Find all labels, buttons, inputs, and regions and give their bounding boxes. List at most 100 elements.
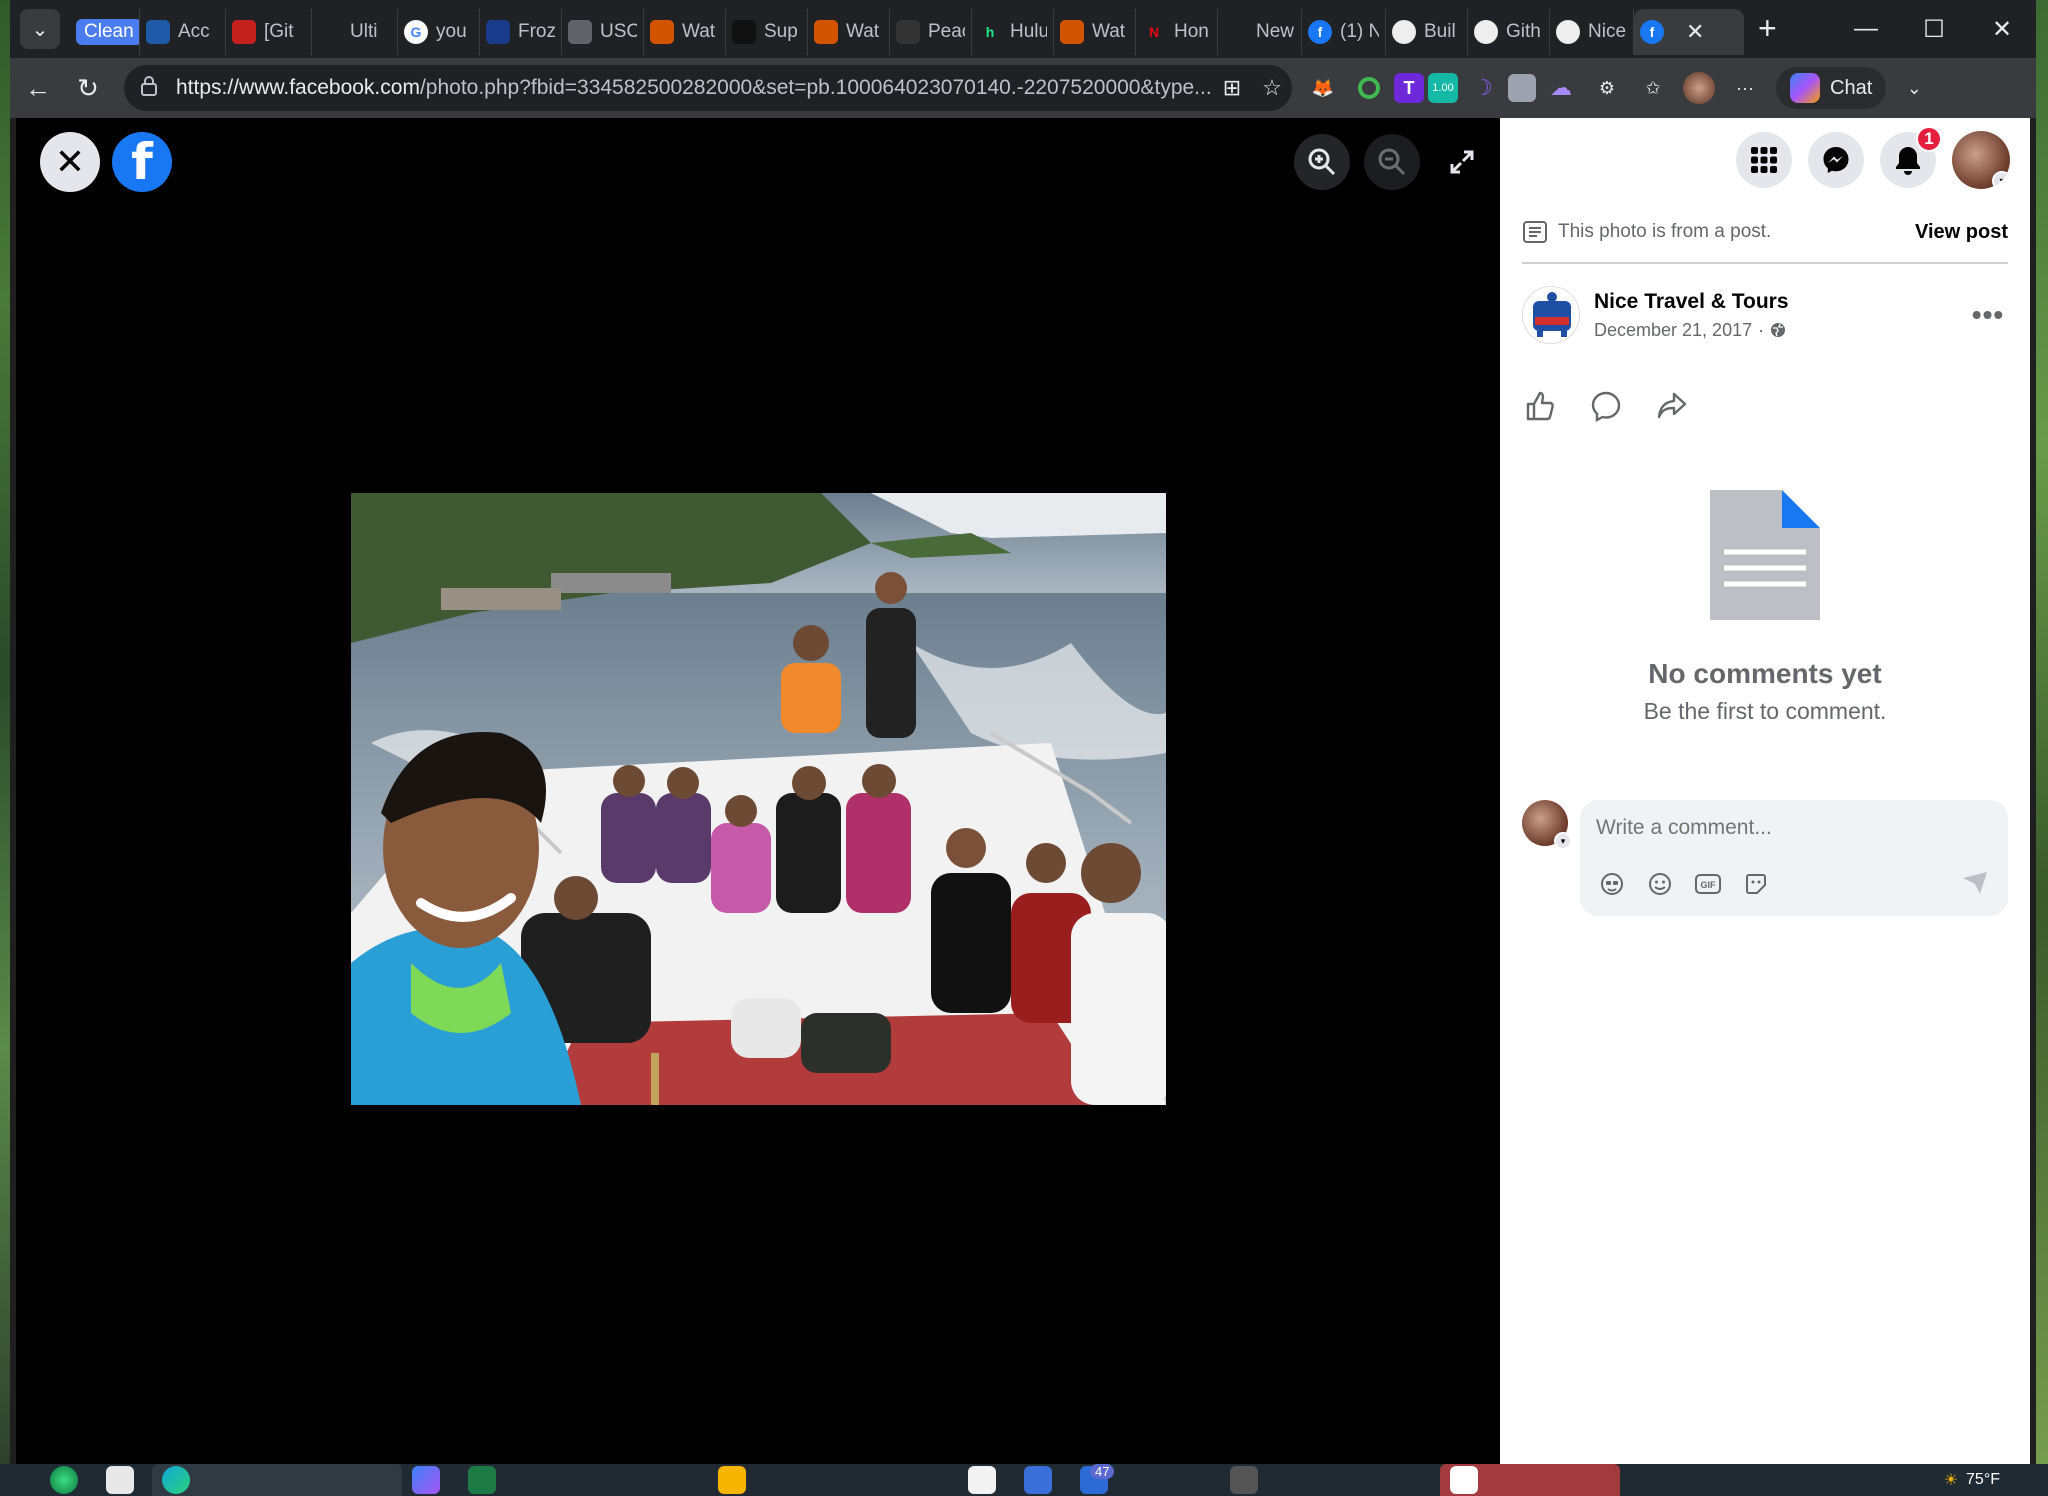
t-extension-icon[interactable]: T xyxy=(1394,73,1424,103)
browser-tab[interactable]: Wat xyxy=(808,9,890,55)
browser-tab[interactable]: f (1) N xyxy=(1302,9,1386,55)
lock-icon xyxy=(140,75,162,101)
browser-tab[interactable]: USC xyxy=(562,9,644,55)
post-date[interactable]: December 21, 2017 xyxy=(1594,320,1752,341)
browser-tab[interactable]: Ulti xyxy=(312,9,398,55)
account-avatar[interactable]: ▾ xyxy=(1952,131,2010,189)
minimize-button[interactable]: — xyxy=(1832,0,1900,58)
like-button[interactable] xyxy=(1522,388,1558,424)
browser-tab[interactable]: Wat xyxy=(1054,9,1136,55)
page-avatar[interactable] xyxy=(1522,286,1580,344)
browser-tab[interactable]: N Hon xyxy=(1136,9,1218,55)
taskbar-mail-app[interactable]: 47 xyxy=(1070,1464,1220,1496)
facebook-logo[interactable]: f xyxy=(112,132,172,192)
browser-tab[interactable]: Acc xyxy=(140,9,226,55)
taskbar-copilot-icon[interactable] xyxy=(402,1464,458,1496)
browser-tab[interactable]: Froz xyxy=(480,9,562,55)
sticker-button[interactable] xyxy=(1740,868,1772,900)
address-bar[interactable]: https://www.facebook.com/photo.php?fbid=… xyxy=(124,65,1292,111)
taskbar-weather[interactable]: ☀ 75°F xyxy=(1944,1464,2000,1496)
notifications-button[interactable]: 1 xyxy=(1880,126,1942,188)
zoom-out-button[interactable] xyxy=(1364,134,1420,190)
sticker-icon xyxy=(1746,874,1766,894)
github-icon xyxy=(1474,20,1498,44)
comment-button[interactable] xyxy=(1588,388,1624,424)
expand-icon xyxy=(1450,150,1474,174)
post-options-button[interactable]: ••• xyxy=(1968,295,2008,335)
sidebar-chevron-icon[interactable]: ⌄ xyxy=(1892,66,1936,110)
document-icon xyxy=(1710,490,1820,620)
extensions-bar: 🦊 T 1.00 ☽ ☁ ⚙ ✩ ··· xyxy=(1300,67,1768,109)
green-circle-extension-icon[interactable] xyxy=(1348,67,1390,109)
zoom-in-button[interactable] xyxy=(1294,134,1350,190)
browser-tab[interactable]: New xyxy=(1218,9,1302,55)
fullscreen-button[interactable] xyxy=(1434,134,1490,190)
browser-tab[interactable]: Gith xyxy=(1468,9,1550,55)
copilot-chat-button[interactable]: Chat xyxy=(1776,67,1887,109)
browser-tab[interactable]: f ✕ xyxy=(1634,9,1744,55)
browser-tab[interactable]: h Hulu xyxy=(972,9,1054,55)
back-button[interactable]: ← xyxy=(16,66,60,110)
extensions-puzzle-icon[interactable]: ⚙ xyxy=(1586,67,1628,109)
tab-title: New xyxy=(1256,21,1295,42)
browser-tab[interactable]: Sup xyxy=(726,9,808,55)
avatar-sticker-button[interactable] xyxy=(1596,868,1628,900)
close-tab-icon[interactable]: ✕ xyxy=(1686,19,1704,45)
taskbar: 47 ☀ 75°F xyxy=(0,1464,2048,1496)
reload-button[interactable]: ↻ xyxy=(66,66,110,110)
send-icon[interactable] xyxy=(1960,868,1990,898)
page-name-link[interactable]: Nice Travel & Tours xyxy=(1594,290,1968,314)
taskbar-file-icon[interactable] xyxy=(96,1464,152,1496)
profile-avatar-icon[interactable] xyxy=(1678,67,1720,109)
url-path: /photo.php?fbid=334582500282000&set=pb.1… xyxy=(419,76,1212,99)
taskbar-edge-app[interactable] xyxy=(152,1464,402,1496)
from-post-bar: This photo is from a post. View post xyxy=(1522,202,2008,264)
browser-tab[interactable]: [Git xyxy=(226,9,312,55)
svg-text:GIF: GIF xyxy=(1701,880,1717,890)
moon-extension-icon[interactable]: ☽ xyxy=(1462,67,1504,109)
facebook-icon: f xyxy=(1640,20,1664,44)
comment-input[interactable] xyxy=(1596,816,1976,840)
taskbar-count-badge: 47 xyxy=(1090,1464,1115,1479)
share-arrow-icon xyxy=(1657,392,1687,419)
taskbar-explorer-app[interactable] xyxy=(708,1464,958,1496)
taskbar-red-app[interactable] xyxy=(1440,1464,1620,1496)
maximize-button[interactable]: ☐ xyxy=(1900,0,1968,58)
browser-tab[interactable]: Buil xyxy=(1386,9,1468,55)
app-available-icon[interactable]: ⊞ xyxy=(1212,75,1252,101)
browser-tab[interactable]: Peac xyxy=(890,9,972,55)
thumbs-up-icon xyxy=(1526,391,1554,421)
browser-tab[interactable]: Gyou xyxy=(398,9,480,55)
messenger-button[interactable] xyxy=(1808,132,1864,188)
globe-icon xyxy=(1771,323,1786,337)
close-viewer-button[interactable]: ✕ xyxy=(40,132,100,192)
post-date-row: December 21, 2017 · xyxy=(1594,320,1968,341)
gif-button[interactable]: GIF xyxy=(1692,868,1724,900)
cloud-extension-icon[interactable]: ☁ xyxy=(1540,67,1582,109)
view-post-link[interactable]: View post xyxy=(1915,221,2008,244)
browser-tab[interactable]: Wat xyxy=(644,9,726,55)
new-tab-button[interactable]: + xyxy=(1758,10,1777,47)
taskbar-excel-app[interactable] xyxy=(458,1464,708,1496)
more-menu-icon[interactable]: ··· xyxy=(1724,67,1766,109)
favorites-icon[interactable]: ✩ xyxy=(1632,67,1674,109)
ruler-extension-icon[interactable]: 1.00 xyxy=(1428,73,1458,103)
taskbar-terminal-app[interactable] xyxy=(1220,1464,1440,1496)
tab-search-button[interactable]: ⌄ xyxy=(20,9,60,49)
tab-title: (1) N xyxy=(1340,21,1379,42)
emoji-button[interactable] xyxy=(1644,868,1676,900)
menu-button[interactable] xyxy=(1736,132,1792,188)
tab-group-label[interactable]: Clean xyxy=(76,19,139,45)
taskbar-vscode-icon[interactable] xyxy=(1014,1464,1070,1496)
favorite-star-icon[interactable]: ☆ xyxy=(1252,75,1292,101)
taskbar-search-icon[interactable] xyxy=(40,1464,96,1496)
taskbar-calendar-icon[interactable] xyxy=(958,1464,1014,1496)
my-avatar[interactable]: ▾ xyxy=(1522,800,1572,850)
edit-extension-icon[interactable] xyxy=(1508,74,1536,102)
metamask-extension-icon[interactable]: 🦊 xyxy=(1302,67,1344,109)
close-window-button[interactable]: ✕ xyxy=(1968,0,2036,58)
browser-tab[interactable]: Clean xyxy=(70,9,140,55)
browser-tab[interactable]: Nice xyxy=(1550,9,1634,55)
share-button[interactable] xyxy=(1654,388,1690,424)
avatar-sticker-icon xyxy=(1601,873,1623,895)
